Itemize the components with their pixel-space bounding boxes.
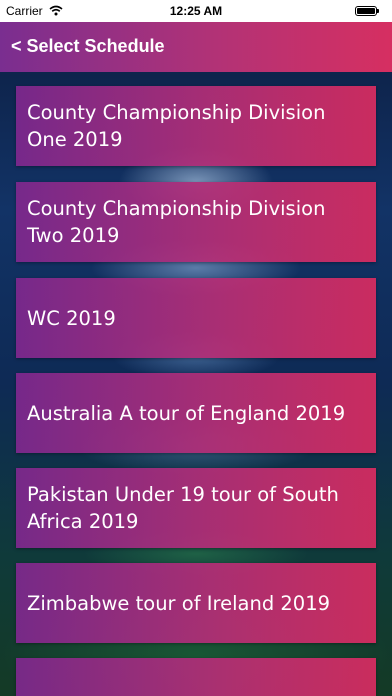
schedule-item-pakistan-under-19-tour-of-south-africa[interactable]: Pakistan Under 19 tour of South Africa 2… bbox=[16, 468, 376, 548]
navigation-bar: < Select Schedule bbox=[0, 22, 392, 72]
schedule-item-australia-a-tour-of-england[interactable]: Australia A tour of England 2019 bbox=[16, 373, 376, 453]
schedule-item-label: County Championship Division Two 2019 bbox=[27, 197, 326, 247]
status-bar: Carrier 12:25 AM bbox=[0, 0, 392, 22]
schedule-item-wc-2019[interactable]: WC 2019 bbox=[16, 278, 376, 358]
status-time: 12:25 AM bbox=[169, 4, 223, 18]
schedule-item-label: County Championship Division One 2019 bbox=[27, 101, 326, 151]
back-button[interactable]: < Select Schedule bbox=[11, 36, 165, 57]
schedule-item-county-championship-division-one[interactable]: County Championship Division One 2019 bbox=[16, 86, 376, 166]
schedule-item-label: WC 2019 bbox=[27, 306, 116, 330]
schedule-item-label: Pakistan Under 19 tour of South Africa 2… bbox=[27, 483, 339, 533]
battery-full-icon bbox=[355, 6, 379, 16]
schedule-item-label: Australia A tour of England 2019 bbox=[27, 401, 346, 425]
schedule-item-county-championship-division-two[interactable]: County Championship Division Two 2019 bbox=[16, 182, 376, 262]
schedule-item-zimbabwe-tour-of-ireland[interactable]: Zimbabwe tour of Ireland 2019 bbox=[16, 563, 376, 643]
schedule-item-partial[interactable] bbox=[16, 658, 376, 696]
schedule-item-label: Zimbabwe tour of Ireland 2019 bbox=[27, 591, 331, 615]
